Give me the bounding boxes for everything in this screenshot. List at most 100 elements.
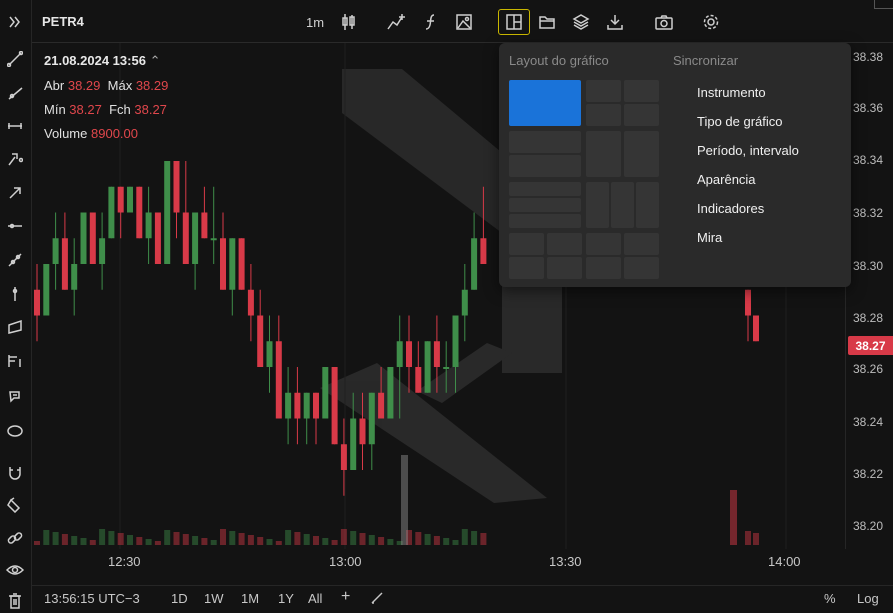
camera-icon[interactable]: [652, 10, 676, 34]
layout-icon[interactable]: [498, 9, 530, 35]
sync-indicators[interactable]: Indicadores: [697, 201, 764, 216]
symbol-label[interactable]: PETR4: [42, 14, 84, 29]
layout-option-4x2[interactable]: [624, 233, 659, 255]
volume-bar: [745, 531, 751, 545]
candle-body: [108, 186, 115, 239]
volume-bar: [480, 533, 487, 545]
legend-datetime[interactable]: 21.08.2024 13:56 ⌃: [44, 53, 160, 69]
percent-toggle[interactable]: %: [824, 591, 836, 606]
candle-body: [480, 238, 487, 264]
range-1m[interactable]: 1M: [241, 591, 259, 606]
extended-line-icon[interactable]: [4, 249, 26, 271]
volume-bar: [331, 540, 338, 545]
chevron-up-icon[interactable]: ⌃: [150, 53, 161, 68]
layout-option-2x2[interactable]: [586, 104, 621, 126]
layout-option-2x2[interactable]: [624, 80, 659, 102]
volume-bar: [182, 534, 189, 545]
candle-body: [173, 161, 180, 213]
trendline-icon[interactable]: [4, 48, 26, 70]
image-icon[interactable]: [453, 10, 475, 34]
layout-option-2-cols[interactable]: [624, 131, 659, 177]
folder-icon[interactable]: [536, 10, 558, 34]
candle-body: [461, 289, 468, 316]
layout-option-2x2[interactable]: [624, 104, 659, 126]
eye-icon[interactable]: [4, 559, 26, 581]
layout-option-2-rows[interactable]: [509, 155, 581, 177]
sync-appearance[interactable]: Aparência: [697, 172, 756, 187]
sync-instrument[interactable]: Instrumento: [697, 85, 766, 100]
interval-button[interactable]: 1m: [302, 10, 328, 34]
price-tick-label: 38.20: [853, 519, 884, 533]
candlestick-icon[interactable]: [338, 10, 360, 34]
layout-option-2x2[interactable]: [586, 80, 621, 102]
bottom-bar: [32, 585, 893, 613]
layout-option-4x2[interactable]: [547, 233, 582, 255]
price-tick-label: 38.38: [853, 50, 884, 64]
horizontal-ray-icon[interactable]: [4, 115, 26, 137]
download-icon[interactable]: [604, 10, 626, 34]
range-1w[interactable]: 1W: [204, 591, 224, 606]
layout-option-4x2[interactable]: [624, 257, 659, 279]
layout-option-3-cols[interactable]: [636, 182, 659, 228]
layout-option-4x2[interactable]: [547, 257, 582, 279]
horizontal-line-icon[interactable]: [4, 215, 26, 237]
time-label: 13:00: [329, 554, 362, 569]
indicators-icon[interactable]: [385, 10, 409, 34]
layout-option-3-cols[interactable]: [586, 182, 609, 228]
layout-option-3-cols[interactable]: [611, 182, 634, 228]
log-toggle[interactable]: Log: [857, 591, 879, 606]
sync-chart-type[interactable]: Tipo de gráfico: [697, 114, 783, 129]
range-1d[interactable]: 1D: [171, 591, 188, 606]
range-1y[interactable]: 1Y: [278, 591, 294, 606]
layout-option-3-rows[interactable]: [509, 214, 581, 228]
pencil-icon[interactable]: [370, 591, 384, 608]
volume-bar: [136, 537, 143, 545]
trash-icon[interactable]: [4, 590, 26, 612]
layers-icon[interactable]: [570, 10, 592, 34]
window-corner: [874, 0, 893, 9]
candle-body: [61, 238, 68, 290]
range-all[interactable]: All: [308, 591, 322, 606]
candle-body: [220, 238, 226, 290]
close-label: Fch: [109, 102, 131, 117]
plus-icon[interactable]: +: [341, 588, 350, 606]
magnet-icon[interactable]: [4, 462, 26, 484]
layout-option-single[interactable]: [509, 80, 581, 126]
settings-icon[interactable]: [700, 10, 722, 34]
price-tick-label: 38.30: [853, 259, 884, 273]
candle-body: [154, 212, 161, 264]
volume-bar: [117, 533, 124, 545]
link-icon[interactable]: [4, 527, 26, 549]
fib-icon[interactable]: [4, 350, 26, 372]
candle-body: [285, 392, 292, 419]
arrow-icon[interactable]: [4, 182, 26, 204]
layout-option-4x2[interactable]: [509, 233, 544, 255]
price-tick-label: 38.34: [853, 153, 884, 167]
vertical-line-icon[interactable]: [4, 283, 26, 305]
sync-period-interval[interactable]: Período, intervalo: [697, 143, 799, 158]
sync-crosshair[interactable]: Mira: [697, 230, 722, 245]
volume-bar: [257, 537, 264, 545]
candle-body: [266, 341, 273, 367]
candle-body: [471, 238, 478, 290]
parallel-channel-icon[interactable]: [4, 316, 26, 338]
clock-label[interactable]: 13:56:15 UTC−3: [44, 591, 140, 606]
volume-bar: [145, 539, 152, 545]
brush-icon[interactable]: [4, 385, 26, 407]
pitchfork-icon[interactable]: [4, 148, 26, 170]
chevrons-icon[interactable]: [4, 11, 26, 33]
layout-option-3-rows[interactable]: [509, 198, 581, 212]
ray-icon[interactable]: [4, 82, 26, 104]
layout-option-2-cols[interactable]: [586, 131, 621, 177]
layout-option-4x2[interactable]: [586, 233, 621, 255]
function-icon[interactable]: [420, 10, 442, 34]
ellipse-icon[interactable]: [4, 420, 26, 442]
legend-row-3: Volume 8900.00: [44, 126, 138, 141]
layout-option-2-rows[interactable]: [509, 131, 581, 153]
layout-option-4x2[interactable]: [586, 257, 621, 279]
layout-option-3-rows[interactable]: [509, 182, 581, 196]
drawing-toolbar: [0, 0, 32, 612]
volume-bar: [401, 455, 408, 545]
layout-option-4x2[interactable]: [509, 257, 544, 279]
paint-icon[interactable]: [4, 494, 26, 516]
